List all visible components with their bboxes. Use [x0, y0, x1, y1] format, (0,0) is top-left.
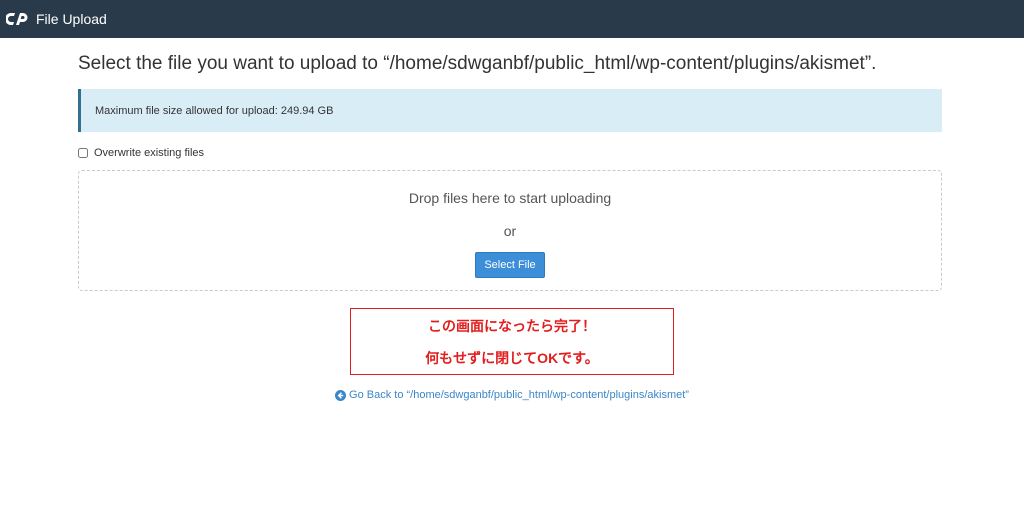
app-title: File Upload [36, 11, 107, 27]
select-file-button[interactable]: Select File [475, 252, 545, 278]
go-back-label[interactable]: Go Back to “/home/sdwganbf/public_html/w… [349, 389, 689, 401]
overwrite-option[interactable]: Overwrite existing files [78, 147, 204, 159]
top-bar: File Upload [0, 0, 1024, 38]
max-size-info-text: Maximum file size allowed for upload: 24… [95, 104, 334, 117]
file-dropzone[interactable]: Drop files here to start uploading or Se… [78, 170, 942, 291]
annotation-line-1: この画面になったら完了！ [428, 318, 596, 334]
page-heading: Select the file you want to upload to “/… [78, 53, 877, 74]
completion-annotation: この画面になったら完了！ 何もせずに閉じてOKです。 [350, 308, 674, 375]
go-back-link[interactable]: Go Back to “/home/sdwganbf/public_html/w… [0, 389, 1024, 401]
dropzone-text: Drop files here to start uploading [408, 190, 612, 206]
overwrite-checkbox[interactable] [78, 148, 88, 158]
overwrite-label: Overwrite existing files [94, 147, 205, 159]
arrow-circle-left-icon [335, 389, 347, 401]
dropzone-or-text: or [503, 223, 517, 239]
annotation-line-2: 何もせずに閉じてOKです。 [425, 350, 599, 366]
max-size-info-box: Maximum file size allowed for upload: 24… [78, 89, 942, 132]
cpanel-logo-icon[interactable] [6, 9, 30, 29]
